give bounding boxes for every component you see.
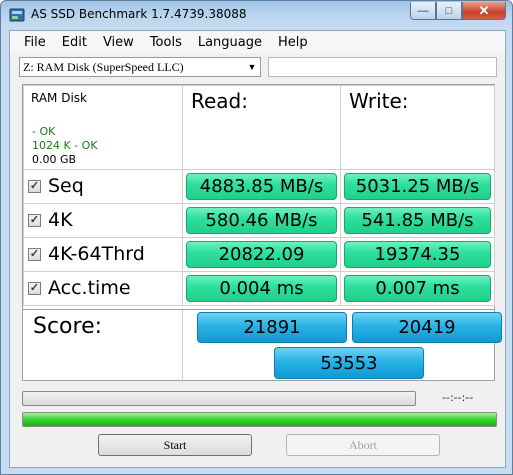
window-title: AS SSD Benchmark 1.7.4739.38088 — [31, 7, 247, 21]
checkmark-icon: ✓ — [29, 282, 40, 294]
score-total: 53553 — [274, 347, 424, 379]
row-acctime-label-cell: ✓ Acc.time — [23, 271, 183, 306]
acctime-label: Acc.time — [48, 277, 131, 299]
seq-read-result: 4883.85 MB/s — [186, 173, 337, 200]
results-grid: RAM Disk - OK 1024 K - OK 0.00 GB Read: … — [22, 84, 502, 382]
alignment-status: - OK — [32, 125, 56, 138]
menu-tools[interactable]: Tools — [142, 35, 190, 50]
4k-write-result: 541.85 MB/s — [344, 207, 491, 234]
close-button[interactable]: ✕ — [462, 2, 506, 20]
maximize-button[interactable]: □ — [436, 2, 462, 20]
menu-help[interactable]: Help — [270, 35, 316, 50]
write-header-cell: Write: — [340, 85, 495, 170]
row-4k64-read-cell: 20822.09 — [182, 237, 341, 272]
menu-bar: File Edit View Tools Language Help — [10, 31, 505, 53]
minimize-button[interactable]: — — [410, 2, 436, 20]
acctime-write-result: 0.007 ms — [344, 275, 491, 302]
row-4k64-label-cell: ✓ 4K-64Thrd — [23, 237, 183, 272]
drive-info-cell: RAM Disk - OK 1024 K - OK 0.00 GB — [23, 85, 183, 170]
offset-status: 1024 K - OK — [32, 139, 98, 152]
seq-label: Seq — [48, 175, 84, 197]
app-window: AS SSD Benchmark 1.7.4739.38088 — □ ✕ Fi… — [0, 0, 513, 475]
read-header: Read: — [191, 89, 248, 113]
write-header: Write: — [349, 89, 409, 113]
4k-checkbox[interactable]: ✓ — [28, 214, 41, 227]
row-4k-label-cell: ✓ 4K — [23, 203, 183, 238]
test-progress-bar — [22, 391, 416, 406]
score-divider — [182, 310, 183, 382]
4k64-checkbox[interactable]: ✓ — [28, 248, 41, 261]
acctime-checkbox[interactable]: ✓ — [28, 282, 41, 295]
acctime-read-result: 0.004 ms — [186, 275, 337, 302]
4k64-label: 4K-64Thrd — [48, 243, 145, 265]
score-area: Score: 21891 20419 53553 — [23, 309, 502, 382]
4k64-write-result: 19374.35 — [344, 241, 491, 268]
overall-progress-bar — [22, 412, 497, 427]
drive-info-field[interactable] — [268, 57, 497, 77]
menu-view[interactable]: View — [95, 35, 142, 50]
score-label: Score: — [33, 314, 103, 339]
app-icon — [9, 8, 25, 22]
menu-file[interactable]: File — [16, 35, 54, 50]
drive-capacity: 0.00 GB — [32, 153, 77, 166]
drive-select-value: Z: RAM Disk (SuperSpeed LLC) — [23, 59, 184, 74]
drive-select[interactable]: Z: RAM Disk (SuperSpeed LLC) ▼ — [19, 57, 261, 77]
read-header-cell: Read: — [182, 85, 341, 170]
seq-checkbox[interactable]: ✓ — [28, 180, 41, 193]
score-read: 21891 — [197, 312, 347, 343]
4k-label: 4K — [48, 209, 73, 231]
checkmark-icon: ✓ — [29, 180, 40, 192]
close-icon: ✕ — [478, 2, 490, 18]
minimize-icon: — — [417, 4, 429, 17]
row-4k-write-cell: 541.85 MB/s — [340, 203, 495, 238]
row-seq-read-cell: 4883.85 MB/s — [182, 169, 341, 204]
row-seq-write-cell: 5031.25 MB/s — [340, 169, 495, 204]
4k64-read-result: 20822.09 — [186, 241, 337, 268]
row-4k64-write-cell: 19374.35 — [340, 237, 495, 272]
maximize-icon: □ — [445, 4, 453, 17]
row-seq-label-cell: ✓ Seq — [23, 169, 183, 204]
overall-progress-fill — [23, 413, 496, 426]
seq-write-result: 5031.25 MB/s — [344, 173, 491, 200]
row-acctime-read-cell: 0.004 ms — [182, 271, 341, 306]
caption-buttons: — □ ✕ — [410, 2, 506, 20]
checkmark-icon: ✓ — [29, 214, 40, 226]
elapsed-time: --:--:-- — [442, 391, 474, 404]
row-acctime-write-cell: 0.007 ms — [340, 271, 495, 306]
row-4k-read-cell: 580.46 MB/s — [182, 203, 341, 238]
menu-language[interactable]: Language — [190, 35, 270, 50]
4k-read-result: 580.46 MB/s — [186, 207, 337, 234]
drive-name: RAM Disk — [31, 91, 88, 105]
menu-edit[interactable]: Edit — [54, 35, 95, 50]
client-area: File Edit View Tools Language Help Z: RA… — [9, 30, 506, 468]
abort-button[interactable]: Abort — [286, 434, 440, 456]
title-bar[interactable]: AS SSD Benchmark 1.7.4739.38088 — □ ✕ — [1, 1, 512, 29]
checkmark-icon: ✓ — [29, 248, 40, 260]
chevron-down-icon[interactable]: ▼ — [244, 58, 260, 76]
score-write: 20419 — [352, 312, 502, 343]
start-button[interactable]: Start — [98, 434, 252, 456]
